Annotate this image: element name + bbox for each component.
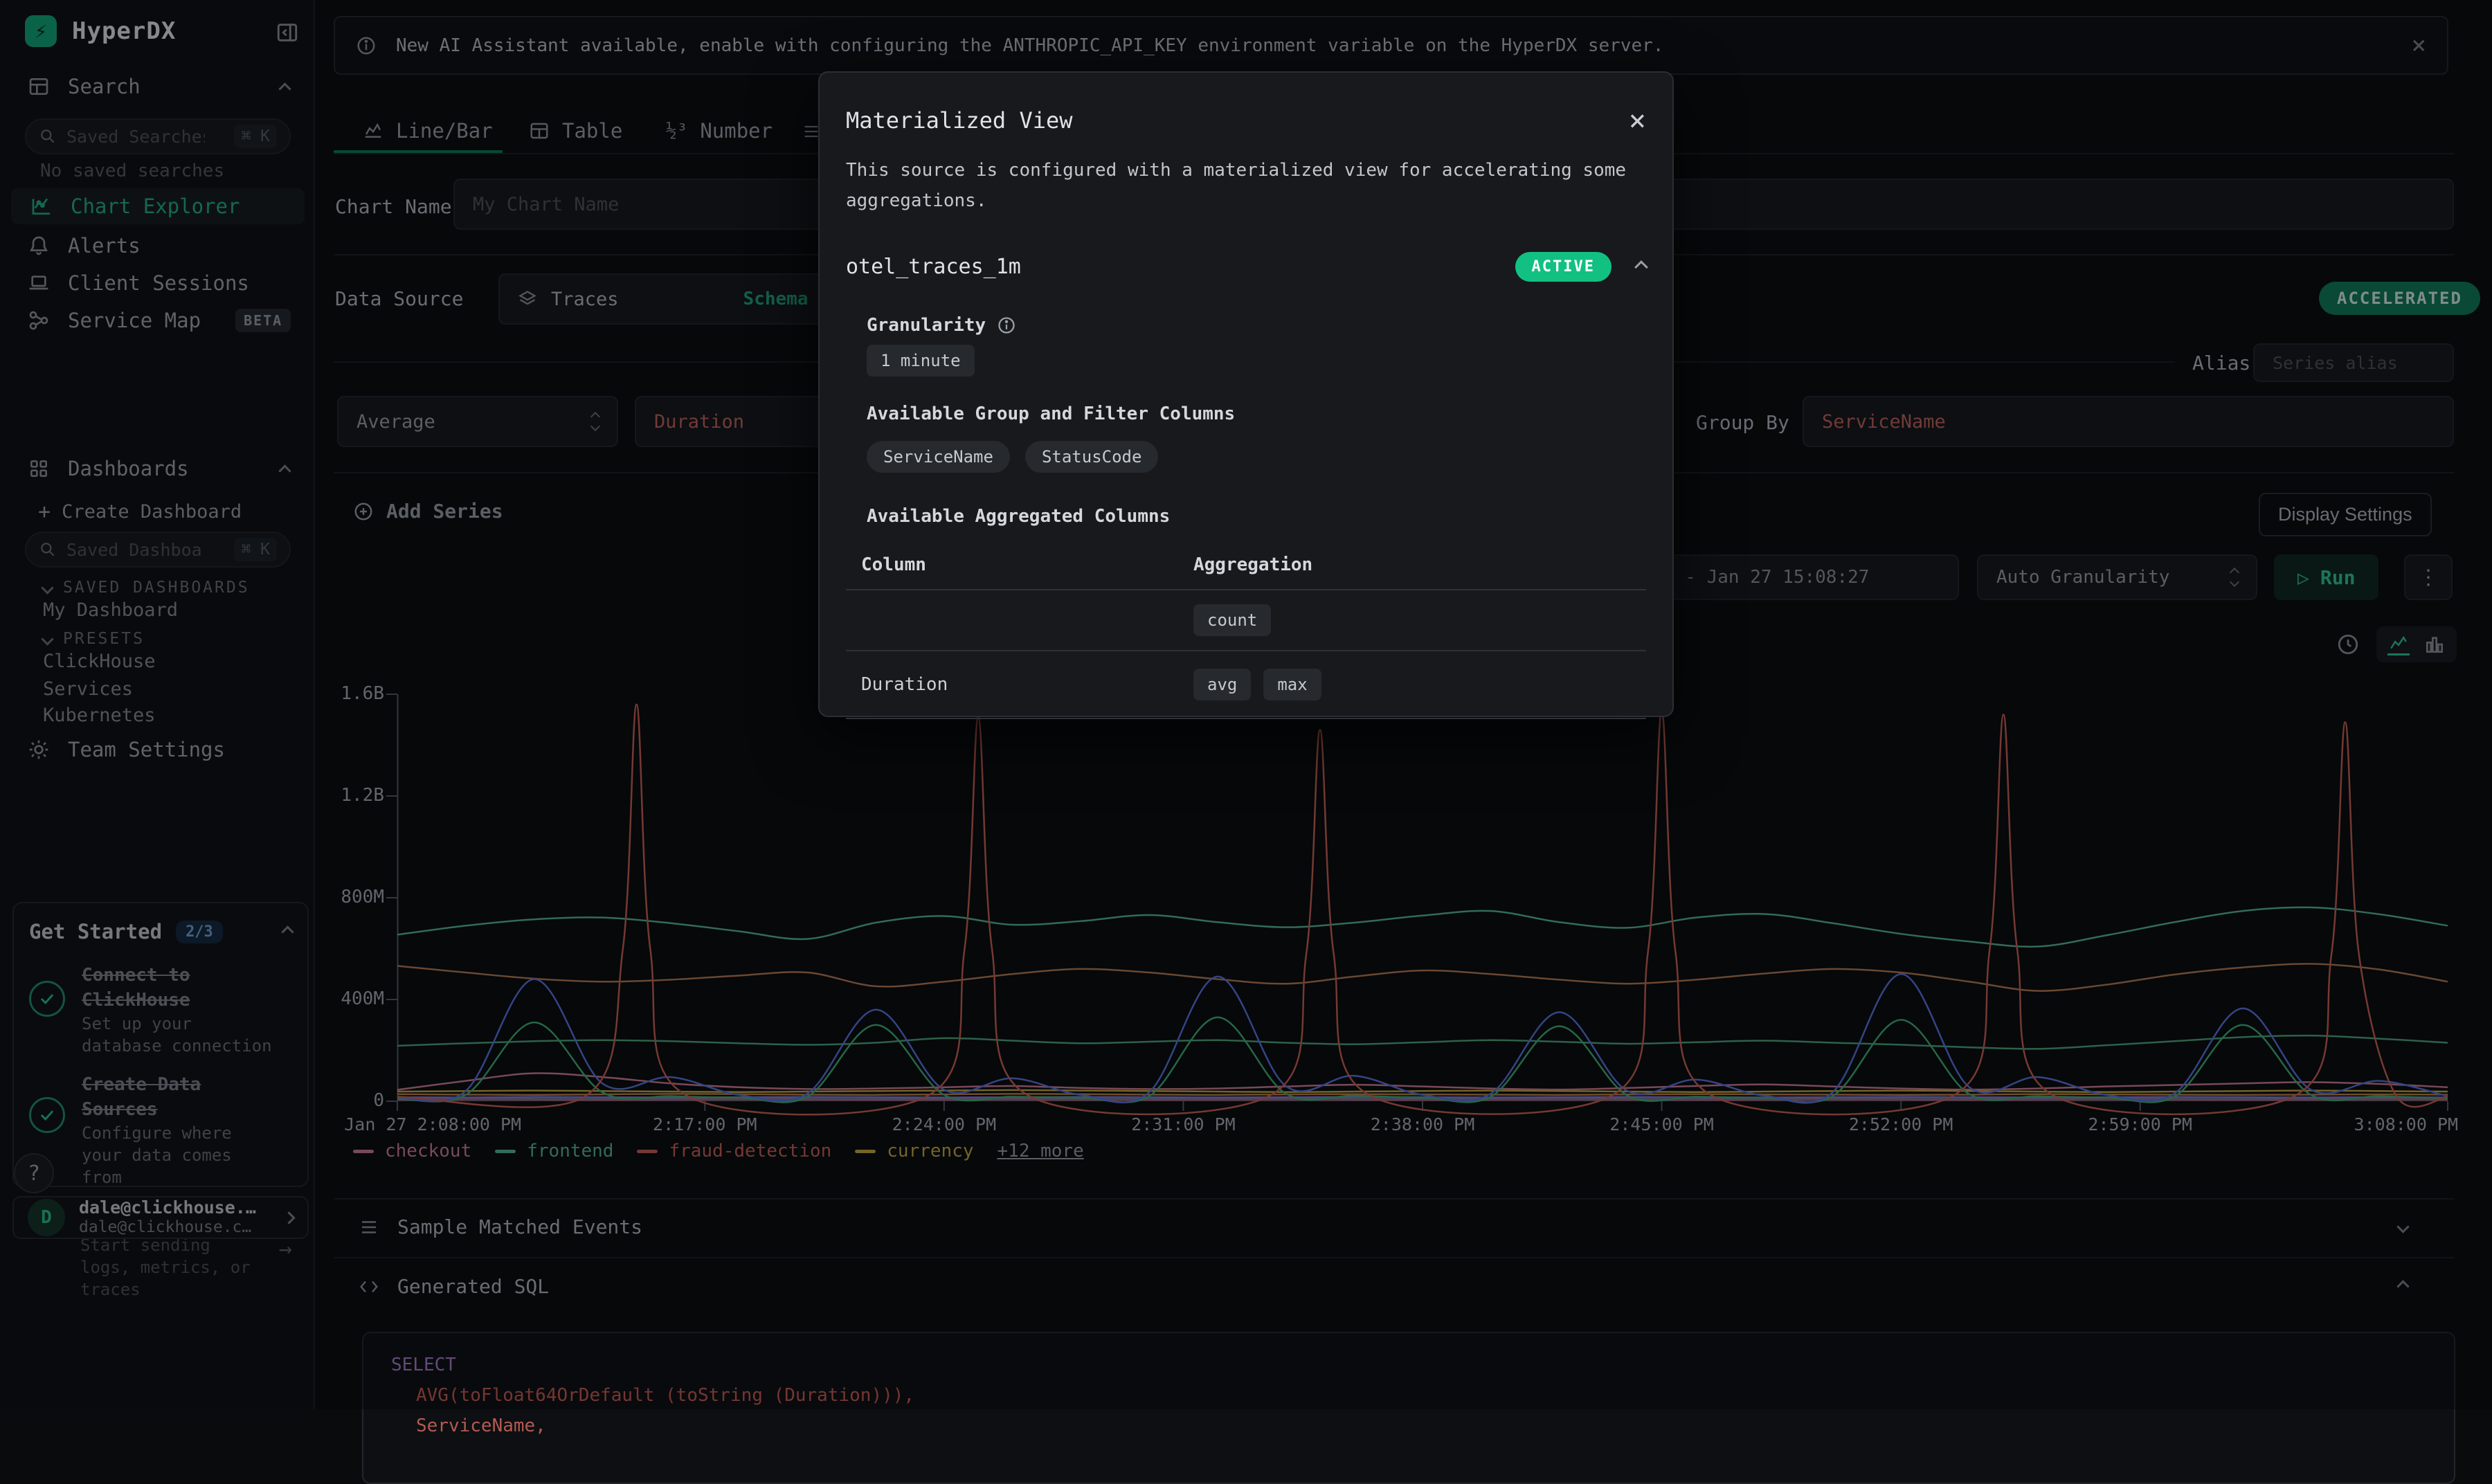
- granularity-value-chip: 1 minute: [867, 345, 975, 377]
- view-name: otel_traces_1m: [846, 255, 1021, 279]
- modal-body-text: This source is configured with a materia…: [846, 155, 1642, 216]
- filter-column-chip: ServiceName: [867, 441, 1010, 473]
- table-row: count: [846, 590, 1646, 650]
- aggregation-chip: avg: [1193, 669, 1251, 700]
- table-cell-column: Duration: [861, 674, 1193, 695]
- sql-line: ServiceName,: [391, 1411, 2426, 1441]
- modal-title: Materialized View: [846, 107, 1073, 134]
- aggregated-heading: Available Aggregated Columns: [846, 506, 1646, 527]
- aggregation-chip: count: [1193, 604, 1271, 636]
- group-filter-heading: Available Group and Filter Columns: [846, 404, 1646, 424]
- table-header-aggregation: Aggregation: [1193, 554, 1312, 575]
- materialized-view-modal: Materialized View × This source is confi…: [818, 71, 1674, 717]
- chevron-up-icon[interactable]: [1634, 260, 1648, 274]
- active-status-badge: ACTIVE: [1515, 252, 1611, 282]
- granularity-label: Granularity: [867, 315, 986, 336]
- materialized-view-row[interactable]: otel_traces_1m ACTIVE: [846, 252, 1646, 282]
- info-icon[interactable]: [997, 316, 1016, 335]
- table-row: Duration avg max: [846, 651, 1646, 718]
- table-divider: [846, 718, 1646, 719]
- aggregation-chip: max: [1263, 669, 1321, 700]
- filter-column-chip: StatusCode: [1025, 441, 1159, 473]
- table-header-column: Column: [861, 554, 1193, 575]
- modal-close-icon[interactable]: ×: [1629, 103, 1646, 137]
